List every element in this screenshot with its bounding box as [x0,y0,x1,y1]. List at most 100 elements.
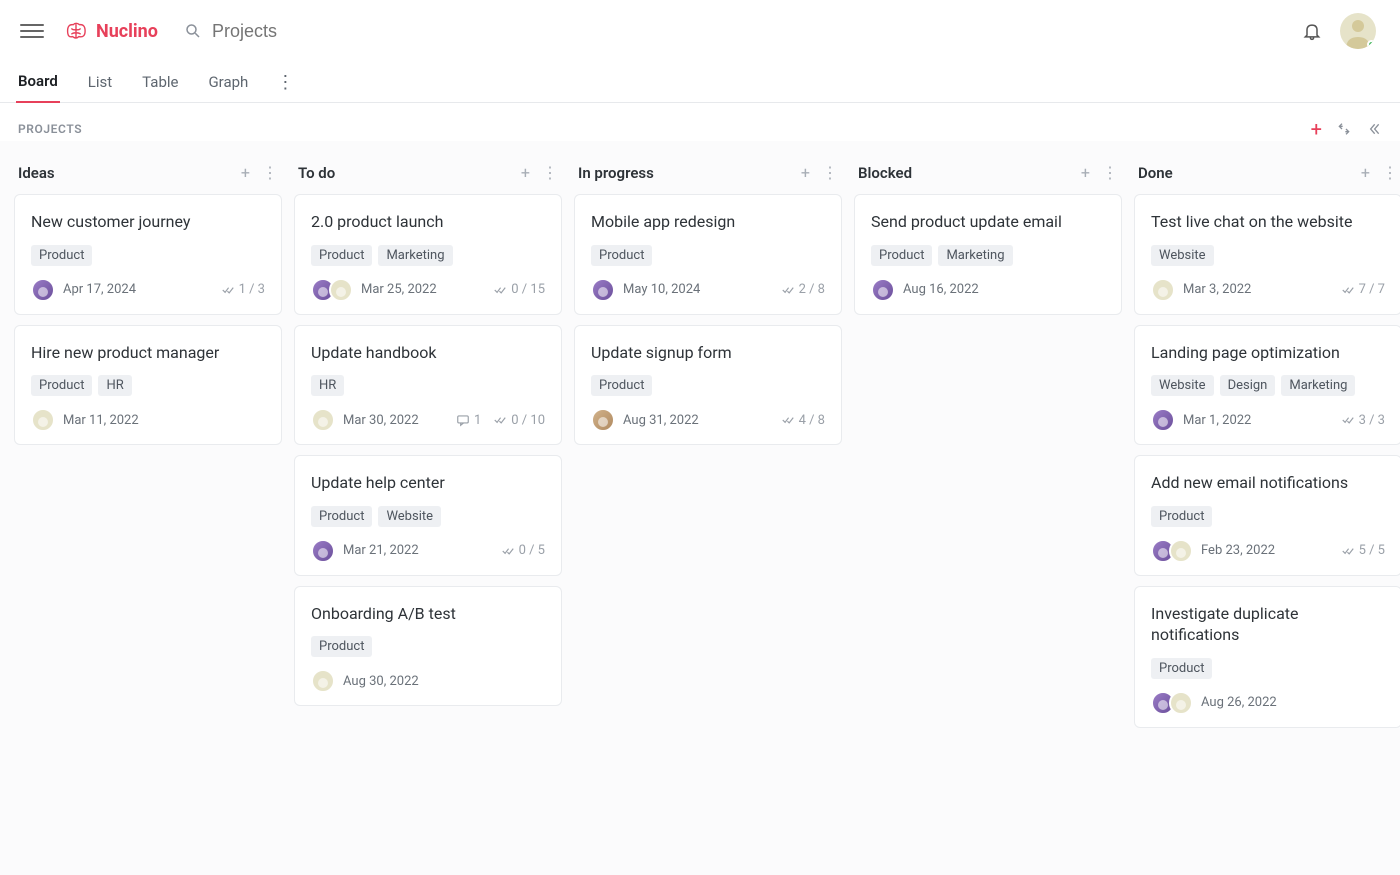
column-more-button[interactable]: ⋮ [1382,163,1398,182]
progress-count: 2 / 8 [781,282,825,297]
add-card-button[interactable]: + [1361,163,1370,182]
card-date: Mar 21, 2022 [343,543,419,558]
column: To do+⋮2.0 product launchProductMarketin… [294,161,562,716]
card[interactable]: Test live chat on the websiteWebsiteMar … [1134,194,1400,315]
card[interactable]: Mobile app redesignProductMay 10, 20242 … [574,194,842,315]
progress-count: 4 / 8 [781,413,825,428]
card[interactable]: Update signup form Product Aug 31, 20224 /… [574,325,842,446]
avatars [591,408,615,432]
search-input[interactable] [212,21,444,42]
column-title: In progress [578,164,654,182]
tab-graph[interactable]: Graph [206,62,250,103]
tag: Website [1151,245,1214,266]
column: Blocked+⋮Send product update emailProduc… [854,161,1122,325]
tag: Product [871,245,932,266]
tags: ProductWebsite [311,506,545,527]
column-more-button[interactable]: ⋮ [1102,163,1118,182]
column-header: Blocked+⋮ [854,161,1122,194]
card[interactable]: Hire new product managerProductHRMar 11,… [14,325,282,446]
progress-count: 0 / 10 [493,413,545,428]
board-header: PROJECTS + [0,103,1400,141]
avatar [31,278,55,302]
avatar [591,278,615,302]
tag: Marketing [1281,375,1355,396]
search[interactable] [184,21,1302,42]
card-title: Landing page optimization [1151,342,1385,364]
card-title: Send product update email [871,211,1105,233]
card-date: May 10, 2024 [623,282,700,297]
tab-board[interactable]: Board [16,62,60,103]
card[interactable]: Update handbookHRMar 30, 202210 / 10 [294,325,562,446]
tags: Product [1151,658,1385,679]
card[interactable]: Send product update emailProductMarketin… [854,194,1122,315]
bell-icon[interactable] [1302,21,1322,41]
progress-count: 0 / 15 [493,282,545,297]
column-more-button[interactable]: ⋮ [822,163,838,182]
avatar [871,278,895,302]
card-footer: Mar 1, 20223 / 3 [1151,408,1385,432]
card[interactable]: Update help centerProductWebsiteMar 21, … [294,455,562,576]
tab-table[interactable]: Table [140,62,180,103]
tag: HR [98,375,131,396]
card-footer: Mar 25, 2022 0 / 15 [311,278,545,302]
tag: Product [311,636,372,657]
card-title: Investigate duplicate notifications [1151,603,1385,646]
add-item-button[interactable]: + [1311,117,1322,141]
tags: WebsiteDesignMarketing [1151,375,1385,396]
avatar [1151,278,1175,302]
card-title: Mobile app redesign [591,211,825,233]
card-title: Update signup form [591,342,825,364]
card-date: Aug 26, 2022 [1201,695,1277,710]
tab-list[interactable]: List [86,62,114,103]
add-card-button[interactable]: + [1081,163,1090,182]
comments-count: 1 [456,413,481,428]
card-footer: Aug 31, 20224 / 8 [591,408,825,432]
add-card-button[interactable]: + [521,163,530,182]
card[interactable]: New customer journeyProductApr 17, 20241… [14,194,282,315]
card-footer: Aug 16, 2022 [871,278,1105,302]
board-label: PROJECTS [18,122,82,136]
tag: Marketing [378,245,452,266]
user-avatar[interactable] [1340,13,1376,49]
expand-panel-icon[interactable] [1366,121,1382,137]
card-date: Mar 25, 2022 [361,282,437,297]
tags: Website [1151,245,1385,266]
menu-button[interactable] [20,19,44,43]
tags: Product [1151,506,1385,527]
avatars [1151,539,1193,563]
avatars [31,408,55,432]
tag: Product [311,245,372,266]
collapse-icon[interactable] [1336,121,1352,137]
avatar [1169,691,1193,715]
add-card-button[interactable]: + [801,163,810,182]
tags: Product [591,375,825,396]
card[interactable]: Add new email notificationsProductFeb 23… [1134,455,1400,576]
card[interactable]: Onboarding A/B testProductAug 30, 2022 [294,586,562,707]
card[interactable]: Investigate duplicate notifications Produ… [1134,586,1400,728]
search-icon [184,22,202,40]
column-more-button[interactable]: ⋮ [542,163,558,182]
tags: Product [31,245,265,266]
avatar [311,408,335,432]
card[interactable]: Landing page optimization WebsiteDesignMa… [1134,325,1400,446]
card-date: Apr 17, 2024 [63,282,136,297]
card-footer: Mar 21, 20220 / 5 [311,539,545,563]
tags: HR [311,375,545,396]
column-header: Done+⋮ [1134,161,1400,194]
add-card-button[interactable]: + [241,163,250,182]
column-title: To do [298,164,335,182]
column-more-button[interactable]: ⋮ [262,163,278,182]
card-footer: Mar 11, 2022 [31,408,265,432]
tab-more[interactable]: ⋮ [276,72,294,93]
avatar [329,278,353,302]
tag: Product [1151,658,1212,679]
avatars [591,278,615,302]
card-date: Mar 30, 2022 [343,413,419,428]
top-bar: Nuclino [0,0,1400,62]
logo[interactable]: Nuclino [62,20,158,42]
card[interactable]: 2.0 product launchProductMarketingMar 25… [294,194,562,315]
card-footer: Mar 3, 20227 / 7 [1151,278,1385,302]
card-date: Mar 11, 2022 [63,413,139,428]
card-footer: Apr 17, 20241 / 3 [31,278,265,302]
tag: Product [591,375,652,396]
